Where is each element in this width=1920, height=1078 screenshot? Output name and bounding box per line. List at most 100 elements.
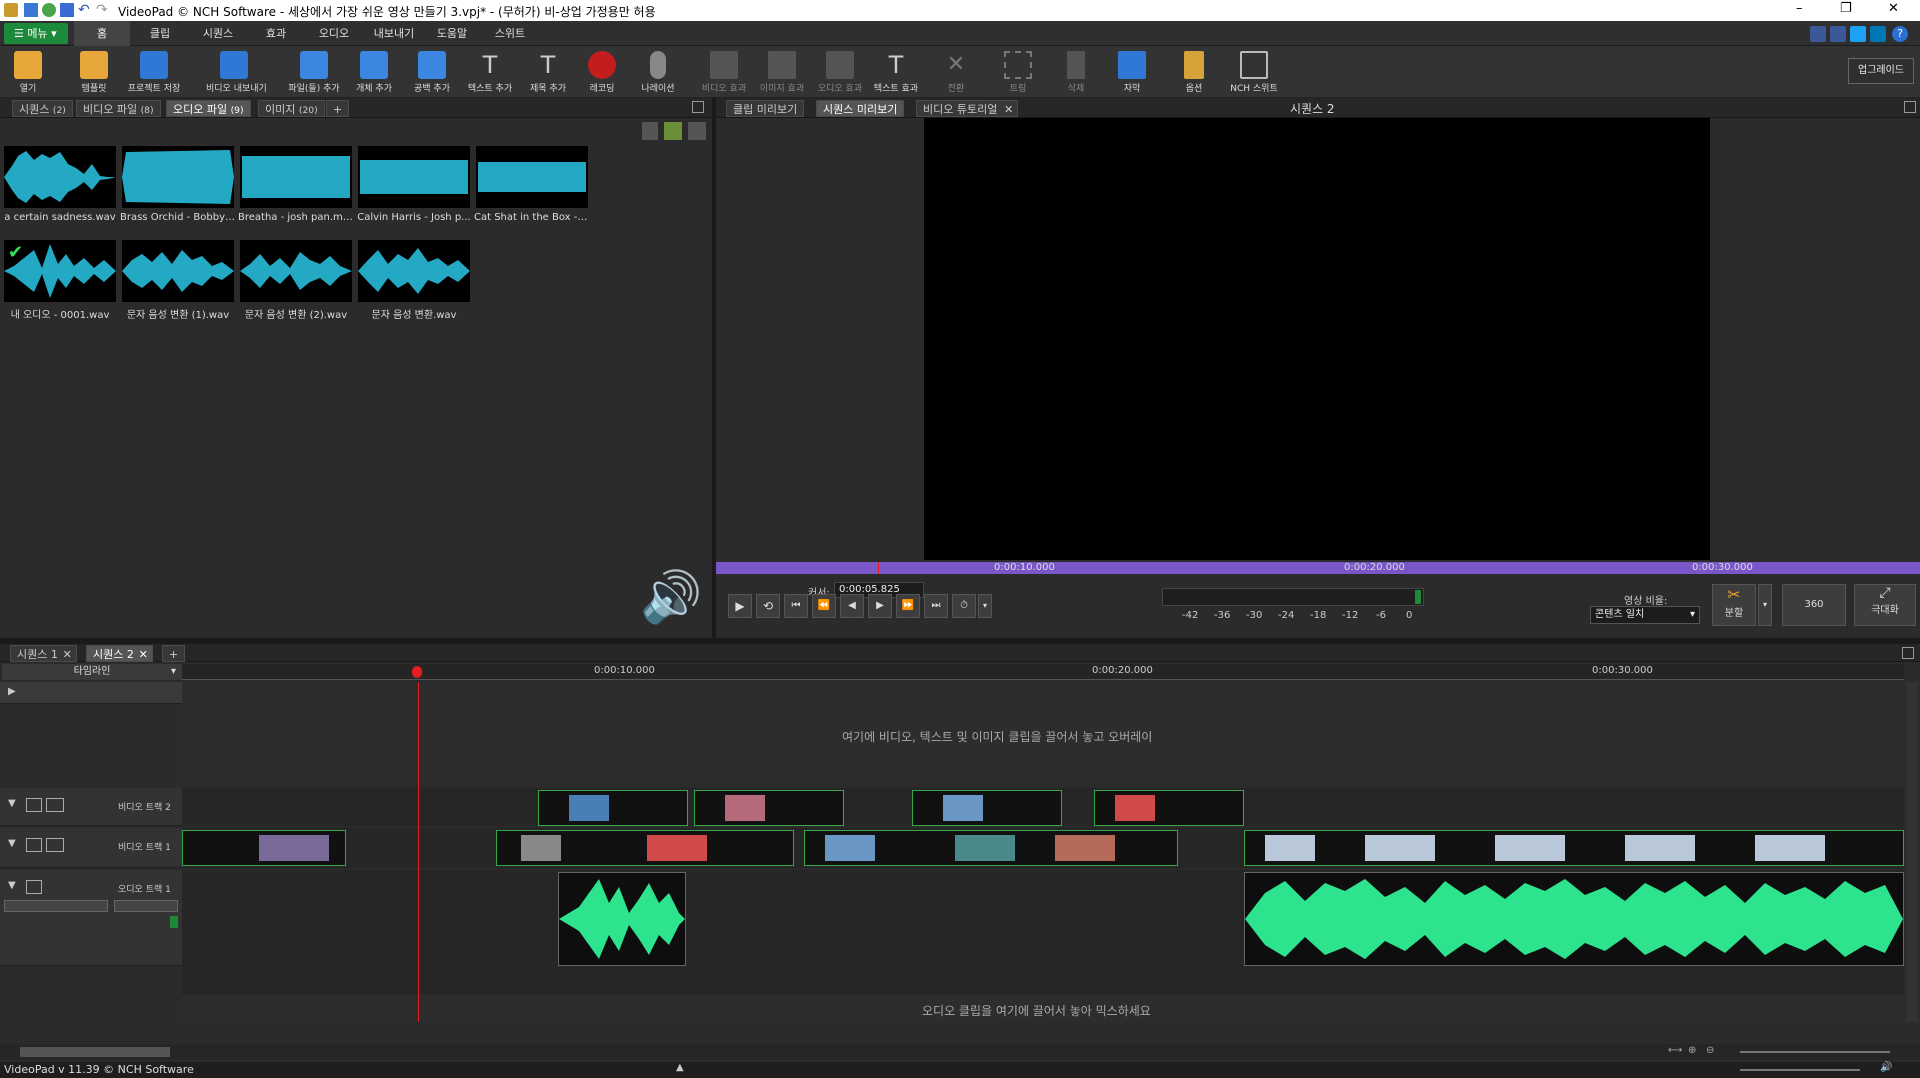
narration-button[interactable]: 나레이션 bbox=[630, 49, 686, 97]
split-dropdown[interactable]: ▾ bbox=[1758, 584, 1772, 626]
bin-tab-sequence[interactable]: 시퀀스 (2) bbox=[12, 100, 73, 117]
audio-thumb[interactable] bbox=[122, 146, 234, 208]
collapse-arrow-icon[interactable]: ▼ bbox=[8, 798, 16, 809]
previous-clip-button[interactable]: ⏪ bbox=[812, 594, 836, 618]
close-icon[interactable]: ✕ bbox=[139, 646, 148, 663]
linkedin-icon[interactable] bbox=[1870, 26, 1886, 42]
zoom-out-icon[interactable]: ⊖ bbox=[1706, 1045, 1720, 1059]
record-button[interactable]: 레코딩 bbox=[574, 49, 630, 97]
audio-thumb[interactable] bbox=[240, 146, 352, 208]
maximize-preview-button[interactable]: ⤢ 극대화 bbox=[1854, 584, 1916, 626]
audio-effects-button[interactable]: 오디오 효과 bbox=[812, 49, 868, 97]
maximize-button[interactable]: ❐ bbox=[1840, 1, 1852, 16]
video-canvas[interactable] bbox=[924, 118, 1710, 560]
close-icon[interactable]: ✕ bbox=[1004, 101, 1013, 118]
audio-clip[interactable] bbox=[1244, 872, 1904, 966]
trim-button[interactable]: 트림 bbox=[990, 49, 1046, 97]
bin-tab-images[interactable]: 이미지 (20) bbox=[258, 100, 325, 117]
tab-sequence-2[interactable]: 시퀀스 2 ✕ bbox=[86, 645, 153, 662]
add-text-button[interactable]: T 텍스트 추가 bbox=[462, 49, 518, 97]
visibility-icon[interactable] bbox=[26, 798, 42, 812]
text-effects-button[interactable]: T 텍스트 효과 bbox=[868, 49, 924, 97]
audio-drop-zone[interactable]: 오디오 클립을 여기에 끌어서 놓아 믹스하세요 bbox=[182, 996, 1904, 1022]
tab-effects[interactable]: 효과 bbox=[248, 21, 304, 46]
undock-icon[interactable] bbox=[1902, 647, 1914, 659]
audio-thumb[interactable] bbox=[4, 146, 116, 208]
tab-audio[interactable]: 오디오 bbox=[306, 21, 362, 46]
sequence-add-tab-button[interactable]: + bbox=[162, 645, 186, 662]
vertical-scrollbar[interactable] bbox=[1906, 682, 1918, 1022]
options-button[interactable]: 옵션 bbox=[1166, 49, 1222, 97]
tab-sequence[interactable]: 시퀀스 bbox=[190, 21, 246, 46]
twitter-icon[interactable] bbox=[1850, 26, 1866, 42]
add-title-button[interactable]: T 제목 추가 bbox=[520, 49, 576, 97]
volume-slider[interactable] bbox=[1740, 1069, 1860, 1071]
preview-playhead[interactable] bbox=[878, 562, 879, 574]
overlay-track[interactable]: 여기에 비디오, 텍스트 및 이미지 클립을 끌어서 놓고 오버레이 bbox=[182, 682, 1904, 784]
play-button[interactable]: ▶ bbox=[728, 594, 752, 618]
redo-icon[interactable]: ↷ bbox=[96, 2, 108, 18]
close-icon[interactable]: ✕ bbox=[63, 646, 72, 663]
audio-thumb[interactable] bbox=[240, 240, 352, 302]
help-icon[interactable]: ? bbox=[1892, 26, 1908, 42]
subtitle-button[interactable]: 자막 bbox=[1104, 49, 1160, 97]
video-track-2[interactable] bbox=[182, 788, 1904, 826]
export-video-button[interactable]: 비디오 내보내기 bbox=[206, 49, 267, 97]
video-clip[interactable] bbox=[1094, 790, 1244, 826]
speaker-icon[interactable]: 🔊 bbox=[1880, 1062, 1892, 1073]
save-project-button[interactable]: 프로젝트 저장 bbox=[126, 49, 182, 97]
upgrade-button[interactable]: 업그레이드 bbox=[1848, 58, 1914, 84]
video-track-1[interactable] bbox=[182, 828, 1904, 868]
audio-thumb[interactable] bbox=[476, 146, 588, 208]
video-clip[interactable] bbox=[496, 830, 794, 866]
zoom-slider[interactable] bbox=[1740, 1051, 1890, 1053]
next-frame-button[interactable]: ▶ bbox=[868, 594, 892, 618]
speed-button[interactable]: ⏱ bbox=[952, 594, 976, 618]
tab-clip[interactable]: 클립 bbox=[132, 21, 188, 46]
expand-panel-icon[interactable]: ▲ bbox=[676, 1062, 684, 1073]
add-object-button[interactable]: 개체 추가 bbox=[346, 49, 402, 97]
bin-tab-audio-files[interactable]: 오디오 파일 (9) bbox=[166, 100, 251, 117]
image-effects-button[interactable]: 이미지 효과 bbox=[754, 49, 810, 97]
close-button[interactable]: ✕ bbox=[1888, 1, 1899, 16]
pan-slider[interactable] bbox=[114, 900, 178, 912]
undock-icon[interactable] bbox=[692, 101, 704, 113]
playhead-handle[interactable] bbox=[412, 666, 422, 678]
previous-frame-button[interactable]: ◀ bbox=[840, 594, 864, 618]
undo-icon[interactable]: ↶ bbox=[78, 2, 90, 18]
zoom-in-icon[interactable]: ⊕ bbox=[1688, 1045, 1702, 1059]
speed-dropdown[interactable]: ▾ bbox=[978, 594, 992, 618]
volume-slider[interactable] bbox=[4, 900, 108, 912]
new-folder-icon[interactable] bbox=[664, 122, 682, 140]
undock-icon[interactable] bbox=[1904, 101, 1916, 113]
add-blank-button[interactable]: 공백 추가 bbox=[404, 49, 460, 97]
expand-arrow-icon[interactable]: ▶ bbox=[8, 686, 16, 697]
list-view-icon[interactable] bbox=[688, 122, 706, 140]
preview-ruler[interactable]: 0:00:10.000 0:00:20.000 0:00:30.000 bbox=[716, 562, 1920, 574]
tab-sequence-preview[interactable]: 시퀀스 미리보기 bbox=[816, 100, 905, 117]
collapse-arrow-icon[interactable]: ▼ bbox=[8, 838, 16, 849]
quick-new-icon[interactable] bbox=[24, 3, 38, 17]
minimize-button[interactable]: – bbox=[1796, 1, 1803, 16]
like-icon[interactable] bbox=[1810, 26, 1826, 42]
go-to-start-button[interactable]: ⏮ bbox=[784, 594, 808, 618]
nch-suite-button[interactable]: NCH 스위트 bbox=[1224, 49, 1284, 97]
delete-button[interactable]: 삭제 bbox=[1048, 49, 1104, 97]
timeline-playhead[interactable] bbox=[418, 682, 419, 1022]
loop-button[interactable]: ⟲ bbox=[756, 594, 780, 618]
track-options-icon[interactable] bbox=[46, 838, 64, 852]
tab-help[interactable]: 도움말 bbox=[424, 21, 480, 46]
next-clip-button[interactable]: ⏩ bbox=[896, 594, 920, 618]
tab-export[interactable]: 내보내기 bbox=[364, 21, 424, 46]
facebook-icon[interactable] bbox=[1830, 26, 1846, 42]
audio-clip[interactable] bbox=[558, 872, 686, 966]
track-options-icon[interactable] bbox=[46, 798, 64, 812]
horizontal-scrollbar[interactable] bbox=[20, 1047, 170, 1057]
bin-tab-video-files[interactable]: 비디오 파일 (8) bbox=[76, 100, 161, 117]
bin-add-tab-button[interactable]: + bbox=[326, 100, 350, 117]
tab-sequence-1[interactable]: 시퀀스 1 ✕ bbox=[10, 645, 77, 662]
timeline-mode-select[interactable]: 타임라인 ▾ bbox=[2, 664, 182, 680]
timeline-ruler[interactable]: 0:00:10.000 0:00:20.000 0:00:30.000 bbox=[182, 664, 1904, 680]
video-effects-button[interactable]: 비디오 효과 bbox=[696, 49, 752, 97]
video-clip[interactable] bbox=[912, 790, 1062, 826]
